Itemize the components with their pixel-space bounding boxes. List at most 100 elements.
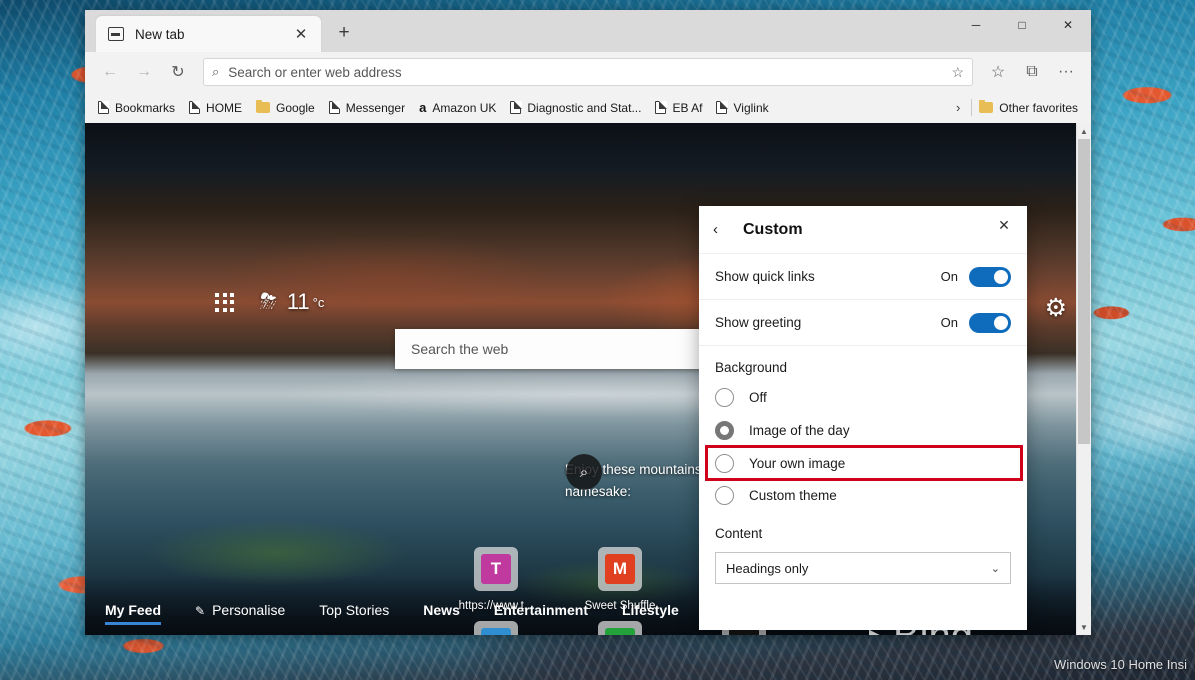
background-option-custom-theme[interactable]: Custom theme	[699, 479, 1027, 512]
show-greeting-toggle[interactable]	[969, 312, 1011, 333]
reload-icon[interactable]: ↻	[161, 57, 195, 87]
tab-strip: New tab ✕ + ─ □ ✕	[85, 10, 1091, 52]
bookmark-item[interactable]: HOME	[182, 98, 249, 118]
bookmark-label: Messenger	[345, 100, 406, 115]
bookmark-label: HOME	[206, 100, 243, 115]
maximize-button[interactable]: □	[999, 10, 1045, 40]
document-icon	[510, 100, 522, 114]
custom-settings-flyout: ‹ Custom ✕ Show quick links On Show gree…	[699, 206, 1027, 630]
bookmarks-bar: Bookmarks HOME Google Messenger a Amazon…	[85, 92, 1091, 123]
radio-button-selected[interactable]	[715, 421, 734, 440]
document-icon	[328, 100, 341, 114]
close-icon[interactable]: ✕	[991, 212, 1017, 238]
feednav-entertainment[interactable]: Entertainment	[494, 602, 588, 623]
more-settings-icon[interactable]: ···	[1049, 57, 1083, 87]
tile-letter-icon: T	[481, 554, 511, 584]
radio-label: Your own image	[749, 455, 846, 471]
apps-grid-icon[interactable]	[215, 292, 234, 312]
minimize-button[interactable]: ─	[953, 10, 999, 40]
windows-activation-watermark: Windows 10 Home Insi	[1054, 657, 1187, 672]
new-tab-button[interactable]: +	[329, 18, 359, 48]
tile-icon-box: M	[598, 547, 642, 591]
document-icon	[716, 100, 728, 114]
background-section-title: Background	[715, 360, 788, 375]
radio-label: Image of the day	[749, 423, 850, 438]
back-icon[interactable]: ←	[93, 57, 127, 87]
window-controls: ─ □ ✕	[953, 10, 1091, 40]
address-bar[interactable]: ⌕ ☆	[203, 58, 973, 86]
flyout-title: Custom	[743, 220, 803, 238]
browser-window: New tab ✕ + ─ □ ✕ ← → ↻ ⌕ ☆ ☆ ⧉ ··· Book…	[85, 10, 1091, 635]
feednav-personalise-label: Personalise	[212, 601, 286, 618]
tile-letter-icon: M	[605, 554, 635, 584]
bookmarks-overflow: › Other favorites	[945, 98, 1085, 118]
toggle-state-label: On	[940, 315, 958, 330]
bookmark-item[interactable]: EB Af	[648, 98, 709, 118]
tile-icon-box: T	[474, 547, 518, 591]
tab-title: New tab	[135, 26, 185, 42]
weather-unit: °c	[312, 294, 325, 310]
favorites-icon[interactable]: ☆	[981, 57, 1015, 87]
bookmark-label: Diagnostic and Stat...	[527, 100, 642, 115]
setting-show-greeting: Show greeting On	[699, 300, 1027, 346]
weather-temperature: 11	[286, 289, 310, 314]
toggle-state-label: On	[940, 269, 958, 284]
document-icon	[98, 100, 110, 114]
bookmark-item[interactable]: Diagnostic and Stat...	[503, 98, 648, 118]
radio-button[interactable]	[715, 388, 734, 407]
weather-rain-cloud-icon: ⛈	[260, 290, 277, 313]
bookmark-label: Bookmarks	[115, 100, 176, 115]
bookmark-item[interactable]: a Amazon UK	[412, 98, 503, 118]
bookmark-other-favorites[interactable]: Other favorites	[972, 98, 1085, 118]
bookmark-item[interactable]: Google	[249, 98, 322, 118]
content-dropdown[interactable]: Headings only ⌄	[715, 552, 1011, 584]
tab-favicon-icon	[108, 27, 124, 41]
bookmark-item[interactable]: Messenger	[322, 98, 412, 118]
radio-label: Custom theme	[749, 488, 837, 503]
bookmark-item[interactable]: Viglink	[709, 98, 775, 118]
folder-icon	[256, 99, 271, 113]
pencil-icon: ✎	[195, 603, 206, 618]
bookmark-item[interactable]: Bookmarks	[91, 98, 182, 118]
radio-label: Off	[749, 390, 767, 405]
search-icon: ⌕	[212, 64, 220, 79]
background-option-image-of-the-day[interactable]: Image of the day	[699, 414, 1027, 447]
chevron-down-icon: ⌄	[990, 562, 1000, 575]
scrollbar-thumb[interactable]	[1078, 139, 1090, 444]
favorite-star-icon[interactable]: ☆	[951, 64, 964, 81]
browser-tab-new-tab[interactable]: New tab ✕	[96, 16, 321, 52]
radio-button[interactable]	[715, 486, 734, 505]
bookmark-label: Viglink	[733, 100, 769, 115]
feednav-my-feed[interactable]: My Feed	[105, 602, 162, 625]
scroll-up-arrow-icon[interactable]: ▲	[1077, 123, 1091, 139]
chevron-right-icon[interactable]: ›	[945, 100, 971, 115]
document-icon	[655, 100, 667, 114]
document-icon	[189, 100, 201, 114]
setting-label: Show quick links	[715, 269, 815, 284]
page-scrollbar[interactable]: ▲ ▼	[1076, 123, 1091, 635]
content-section-title: Content	[715, 526, 763, 541]
background-option-your-own-image[interactable]: Your own image	[705, 445, 1023, 481]
radio-button[interactable]	[715, 453, 734, 473]
show-quick-links-toggle[interactable]	[969, 266, 1011, 287]
back-chevron-icon[interactable]: ‹	[713, 221, 739, 238]
web-search-placeholder: Search the web	[411, 341, 509, 357]
gear-icon[interactable]: ⚙	[1045, 293, 1067, 323]
feednav-news[interactable]: News	[423, 602, 460, 623]
address-input[interactable]	[228, 64, 952, 80]
scroll-down-arrow-icon[interactable]: ▼	[1077, 619, 1091, 635]
flyout-header: ‹ Custom ✕	[699, 206, 1027, 254]
close-window-button[interactable]: ✕	[1045, 10, 1091, 40]
forward-icon[interactable]: →	[127, 57, 161, 87]
background-option-off[interactable]: Off	[699, 381, 1027, 414]
setting-label: Show greeting	[715, 315, 802, 330]
feednav-lifestyle[interactable]: Lifestyle	[622, 602, 679, 623]
quote-search-bubble-icon[interactable]: ⌕	[566, 454, 602, 490]
tab-close-icon[interactable]: ✕	[289, 22, 313, 46]
feednav-top-stories[interactable]: Top Stories	[319, 602, 389, 623]
feednav-personalise[interactable]: ✎ Personalise	[195, 602, 285, 623]
amazon-icon: a	[419, 100, 427, 115]
weather-widget[interactable]: ⛈ 11 °c	[215, 289, 324, 315]
collections-icon[interactable]: ⧉	[1015, 57, 1049, 87]
bookmark-label: Amazon UK	[432, 100, 497, 115]
